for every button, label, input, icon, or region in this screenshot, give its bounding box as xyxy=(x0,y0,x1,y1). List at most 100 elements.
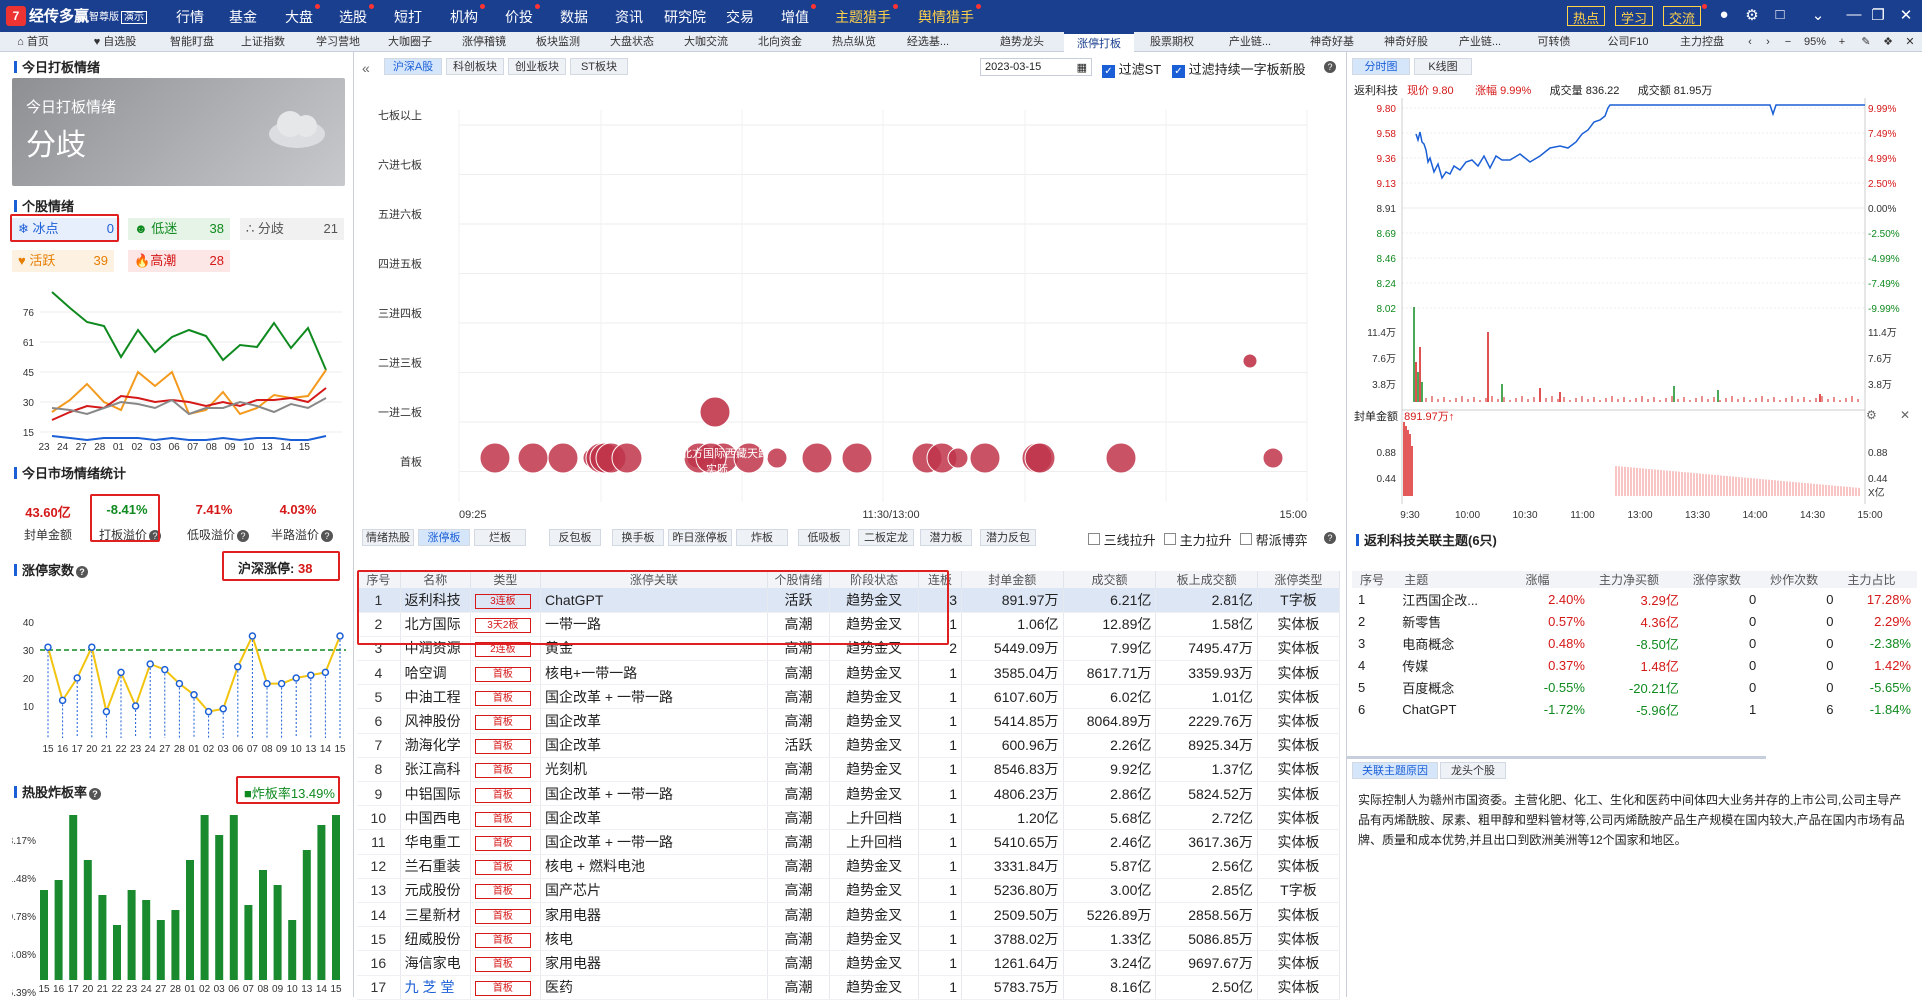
table-row[interactable]: 7 渤海化学 首板 国企改革 活跃 趋势金叉 1 600.96万 2.26亿 8925.34万 实体… xyxy=(357,733,1341,758)
tab-scroll-right-icon[interactable]: › xyxy=(1758,32,1778,52)
pin-icon[interactable]: ❖ xyxy=(1878,32,1898,52)
tab-16[interactable]: 产业链... xyxy=(1218,32,1282,52)
menu-zixun[interactable]: 资讯 xyxy=(615,7,643,27)
menu-xuangu[interactable]: 选股 xyxy=(339,7,367,27)
table-row[interactable]: 9 中铝国际 首板 国企改革 + 一带一路 高潮 趋势金叉 1 4806.23万 2.86亿 58… xyxy=(357,781,1341,807)
minimize-icon[interactable]: — xyxy=(1844,6,1864,26)
tab-4[interactable]: 学习营地 xyxy=(306,32,370,52)
board-tab-2[interactable]: 烂板 xyxy=(474,529,526,546)
menu-sentiment-hunter[interactable]: 舆情猎手 xyxy=(918,7,974,27)
theme-header-cell[interactable]: 主力净买额 xyxy=(1590,571,1685,588)
table-row[interactable]: 10 中国西电 首板 国企改革 高潮 上升回档 1 1.20亿 5.68亿 2.72亿 实体板 xyxy=(357,805,1341,831)
board-tab-3[interactable]: 反包板 xyxy=(549,529,601,546)
gear-icon[interactable]: ⚙ xyxy=(1866,408,1877,422)
board-tab-4[interactable]: 换手板 xyxy=(612,529,664,546)
close-icon[interactable]: ✕ xyxy=(1896,6,1916,26)
table-scrollbar[interactable] xyxy=(1346,756,1766,759)
theme-header-cell[interactable]: 主题 xyxy=(1396,571,1518,588)
theme-header-cell[interactable]: 主力占比 xyxy=(1839,571,1917,588)
menu-jiaoyi[interactable]: 交易 xyxy=(726,7,754,27)
chip-active[interactable]: ♥ 活跃 39 xyxy=(12,250,114,272)
menu-yanjiuyuan[interactable]: 研究院 xyxy=(664,7,706,27)
menu-jiatou[interactable]: 价投 xyxy=(505,7,533,27)
date-picker[interactable]: 2023-03-15 ▦ xyxy=(980,58,1092,76)
theme-row[interactable]: 1 江西国企改... 2.40% 3.29亿 0 0 17.28% xyxy=(1352,588,1917,610)
tab-13[interactable]: 趋势龙头 xyxy=(990,32,1054,52)
tab-10[interactable]: 北向资金 xyxy=(748,32,812,52)
chart-tab-timeshare[interactable]: 分时图 xyxy=(1352,58,1410,75)
market-tab-star[interactable]: 科创板块 xyxy=(446,58,504,75)
tab-15[interactable]: 股票期权 xyxy=(1140,32,1204,52)
tab-close-icon[interactable]: ✕ xyxy=(1900,32,1920,52)
help-icon[interactable]: ? xyxy=(321,530,333,542)
table-row[interactable]: 8 张江高科 首板 光刻机 高潮 趋势金叉 1 8546.83万 9.92亿 1.37亿 实体板 xyxy=(357,757,1341,783)
help-icon[interactable]: ? xyxy=(237,530,249,542)
theme-header-cell[interactable]: 涨幅 xyxy=(1517,571,1591,588)
chart-tab-kline[interactable]: K线图 xyxy=(1414,58,1472,75)
check-gang[interactable]: 帮派博弈 xyxy=(1240,530,1308,549)
table-row[interactable]: 4 哈空调 首板 核电+一带一路 高潮 趋势金叉 1 3585.04万 8617.71万 3359… xyxy=(357,660,1341,686)
menu-duanda[interactable]: 短打 xyxy=(394,7,422,27)
check-main-force[interactable]: 主力拉升 xyxy=(1164,530,1232,549)
collapse-left-icon[interactable]: « xyxy=(362,60,370,76)
tab-scroll-left-icon[interactable]: ‹ xyxy=(1740,32,1760,52)
info-tab-leader[interactable]: 龙头个股 xyxy=(1440,762,1506,779)
study-button[interactable]: 学习 xyxy=(1615,6,1654,26)
tab-12[interactable]: 经选基... xyxy=(896,32,960,52)
user-icon[interactable]: ● xyxy=(1714,6,1734,26)
help-icon[interactable]: ? xyxy=(1324,532,1336,544)
market-tab-a[interactable]: 沪深A股 xyxy=(384,58,442,75)
info-tab-reason[interactable]: 关联主题原因 xyxy=(1352,762,1438,779)
window-icon[interactable]: □ xyxy=(1770,6,1790,26)
tab-21[interactable]: 公司F10 xyxy=(1596,32,1660,52)
theme-row[interactable]: 6 ChatGPT -1.72% -5.96亿 1 6 -1.84% xyxy=(1352,698,1917,720)
tab-11[interactable]: 热点纵览 xyxy=(822,32,886,52)
table-row[interactable]: 12 兰石重装 首板 核电 + 燃料电池 高潮 趋势金叉 1 3331.84万 5.87亿 2.5… xyxy=(357,854,1341,879)
check-three-line[interactable]: 三线拉升 xyxy=(1088,530,1156,549)
tab-limit-up-board[interactable]: 涨停打板 xyxy=(1064,32,1134,52)
menu-theme-hunter[interactable]: 主题猎手 xyxy=(835,7,891,27)
theme-header-cell[interactable]: 炒作次数 xyxy=(1762,571,1840,588)
tab-home[interactable]: ⌂ 首页 xyxy=(4,32,62,52)
filter-new-stock[interactable]: ✓ 过滤持续一字板新股 xyxy=(1172,59,1306,78)
help-icon[interactable]: ? xyxy=(1324,61,1336,73)
board-tab-8[interactable]: 二板定龙 xyxy=(858,529,914,546)
menu-jigou[interactable]: 机构 xyxy=(450,7,478,27)
help-icon[interactable]: ? xyxy=(89,788,102,800)
tab-20[interactable]: 可转债 xyxy=(1522,32,1586,52)
chip-low[interactable]: ☻ 低迷 38 xyxy=(128,218,230,240)
table-row[interactable]: 16 海信家电 首板 家用电器 高潮 趋势金叉 1 1261.64万 3.24亿 9697.67万… xyxy=(357,950,1341,976)
board-tab-limit-up[interactable]: 涨停板 xyxy=(418,529,470,546)
table-row[interactable]: 5 中油工程 首板 国企改革 + 一带一路 高潮 趋势金叉 1 6107.60万 6.02亿 1.… xyxy=(357,684,1341,710)
menu-shuju[interactable]: 数据 xyxy=(560,7,588,27)
tab-22[interactable]: 主力控盘 xyxy=(1670,32,1734,52)
tab-5[interactable]: 大咖圈子 xyxy=(378,32,442,52)
zoom-in-icon[interactable]: + xyxy=(1832,32,1852,52)
board-header-cell[interactable]: 成交额 xyxy=(1063,571,1157,588)
tab-7[interactable]: 板块监测 xyxy=(526,32,590,52)
tab-9[interactable]: 大咖交流 xyxy=(674,32,738,52)
board-header-cell[interactable]: 板上成交额 xyxy=(1155,571,1258,588)
market-tab-gem[interactable]: 创业板块 xyxy=(508,58,566,75)
menu-jijin[interactable]: 基金 xyxy=(229,7,257,27)
help-icon[interactable]: ? xyxy=(76,566,89,578)
hot-button[interactable]: 热点 xyxy=(1567,6,1606,26)
edit-icon[interactable]: ✎ xyxy=(1856,32,1876,52)
table-row[interactable]: 17 九 芝 堂首板 医药 高潮 趋势金叉 1 5783.75万 8.16亿 2.50亿 实体板 xyxy=(357,975,1341,1000)
tab-watchlist[interactable]: ♥ 自选股 xyxy=(84,32,146,52)
table-row[interactable]: 6 风神股份 首板 国企改革 高潮 趋势金叉 1 5414.85万 8064.89万 2229.7… xyxy=(357,708,1341,734)
menu-dapan[interactable]: 大盘 xyxy=(285,7,313,27)
board-header-cell[interactable]: 封单金额 xyxy=(961,571,1064,588)
tab-19[interactable]: 产业链... xyxy=(1448,32,1512,52)
theme-header-cell[interactable]: 序号 xyxy=(1352,571,1397,588)
zoom-out-icon[interactable]: − xyxy=(1778,32,1798,52)
board-tab-7[interactable]: 低吸板 xyxy=(798,529,850,546)
board-tab-5[interactable]: 昨日涨停板 xyxy=(668,529,732,546)
tab-18[interactable]: 神奇好股 xyxy=(1374,32,1438,52)
tab-3[interactable]: 上证指数 xyxy=(231,32,295,52)
chip-diverge[interactable]: ∴ 分歧 21 xyxy=(240,218,344,240)
menu-zengzhi[interactable]: 增值 xyxy=(781,7,809,27)
tab-6[interactable]: 涨停稽镜 xyxy=(452,32,516,52)
board-tab-10[interactable]: 潜力反包 xyxy=(980,529,1036,546)
exchange-button[interactable]: 交流 xyxy=(1663,6,1702,26)
